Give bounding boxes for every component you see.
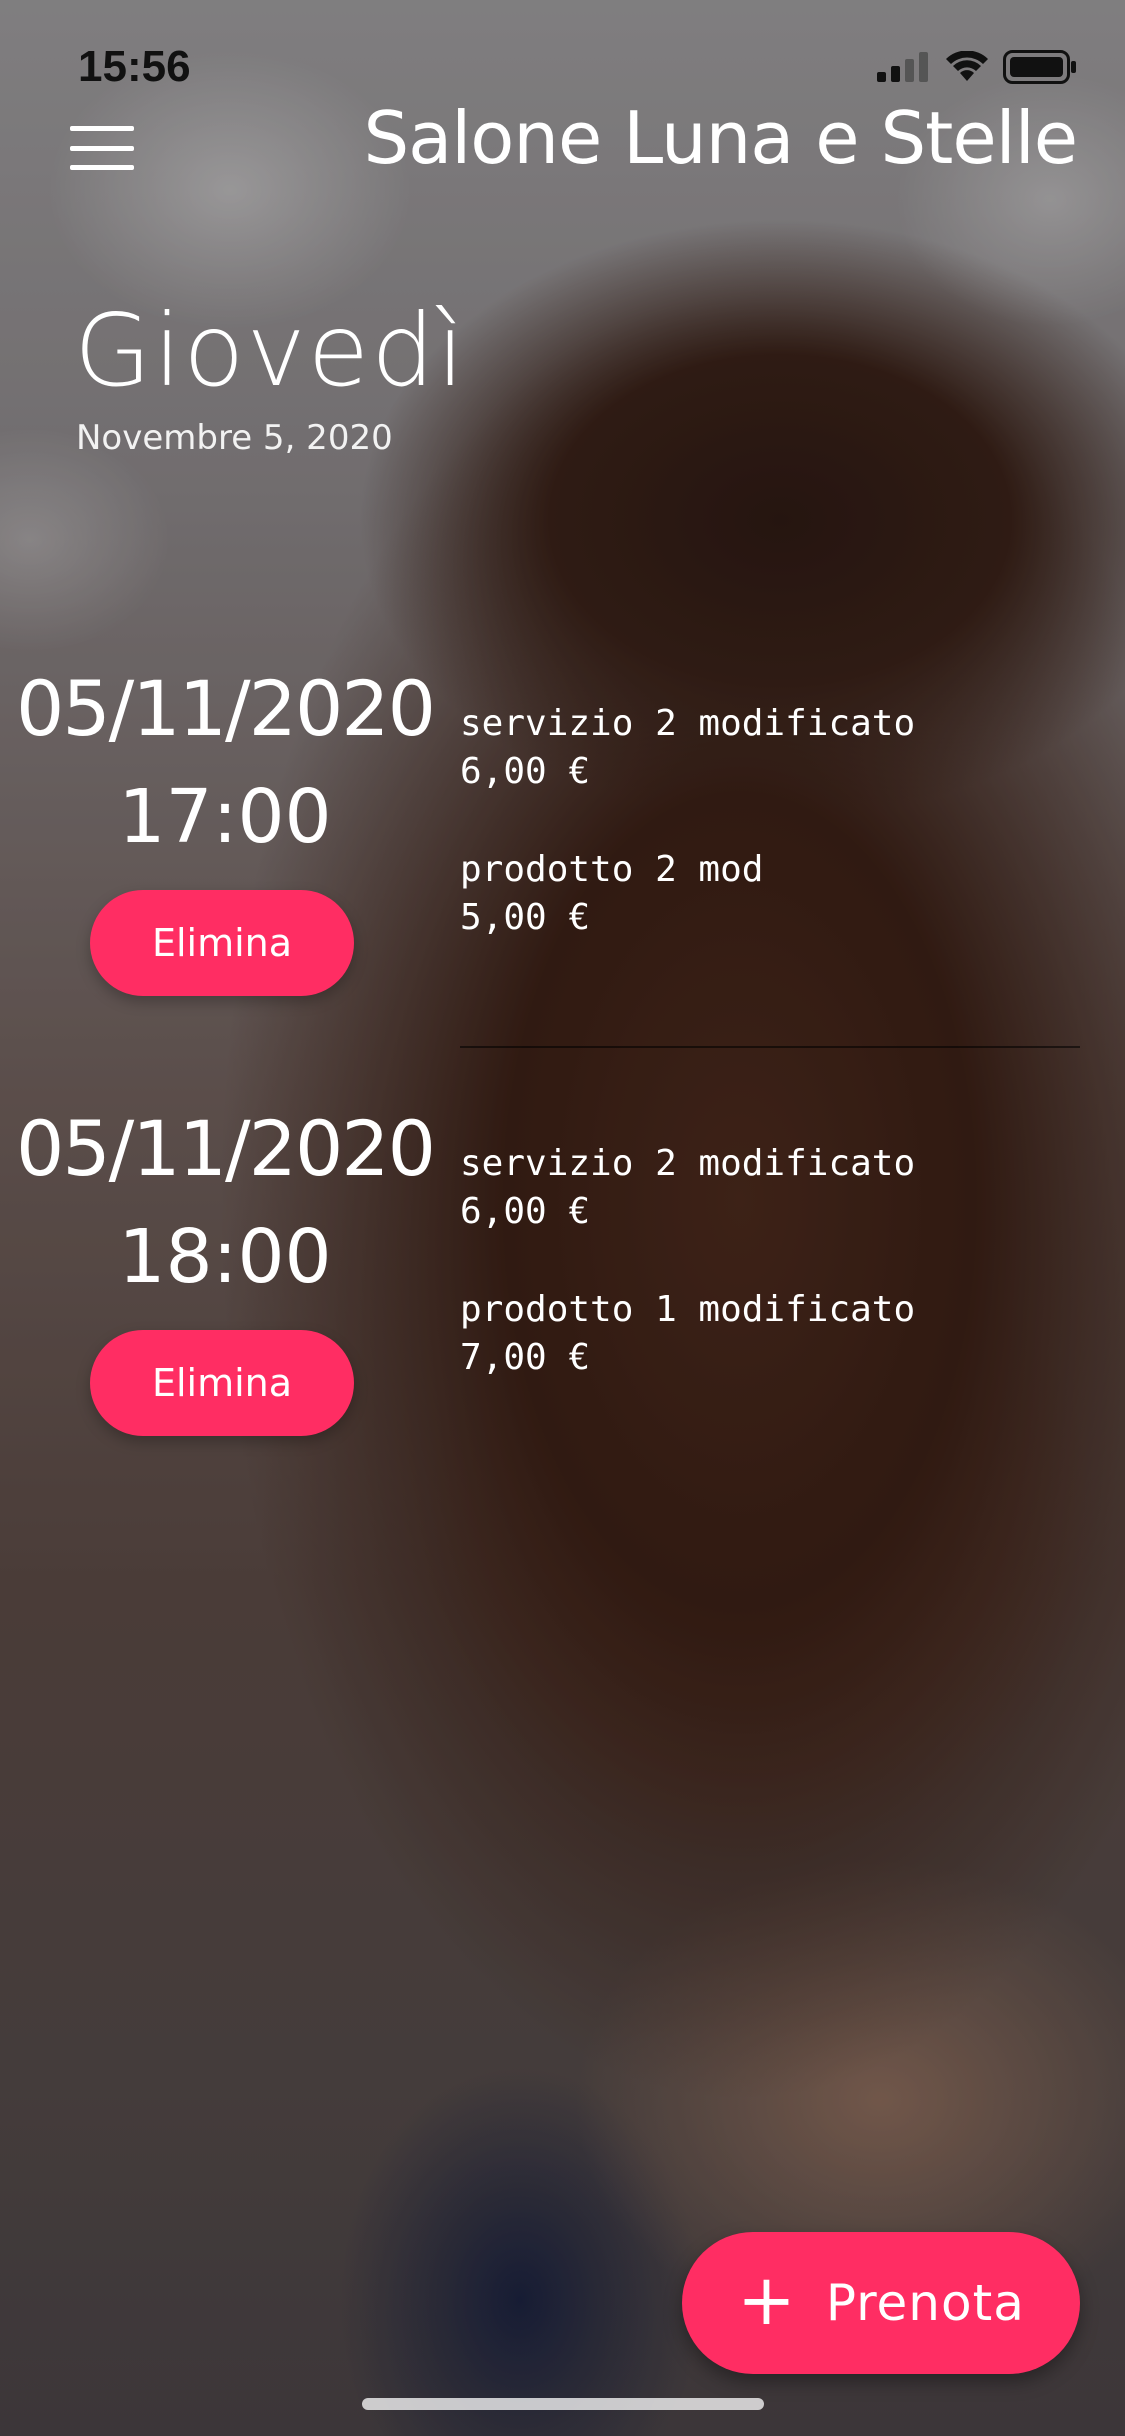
appointment-divider — [460, 1046, 1080, 1048]
book-appointment-button[interactable]: + Prenota — [682, 2232, 1080, 2374]
appointment-date: 05/11/2020 — [15, 1104, 436, 1193]
day-weekday: Giovedì — [74, 292, 467, 409]
delete-appointment-button[interactable]: Elimina — [90, 890, 354, 996]
status-time: 15:56 — [78, 42, 191, 91]
appointment-item-price: 5,00 € — [460, 897, 591, 938]
appointment-item-name: prodotto 1 modificato — [460, 1289, 916, 1330]
app-title: Salone Luna e Stelle — [363, 96, 1078, 180]
appointment-item-price: 6,00 € — [460, 1191, 591, 1232]
wifi-icon — [946, 51, 988, 81]
plus-icon: + — [737, 2259, 796, 2341]
book-button-label: Prenota — [825, 2274, 1025, 2332]
appointment-time: 18:00 — [118, 1214, 332, 1300]
appointment-time: 17:00 — [118, 774, 332, 860]
delete-appointment-button[interactable]: Elimina — [90, 1330, 354, 1436]
signal-icon — [877, 52, 928, 82]
appointment-item-name: servizio 2 modificato — [460, 703, 916, 744]
appointment-item-price: 7,00 € — [460, 1337, 591, 1378]
home-indicator — [362, 2398, 764, 2410]
day-date: Novembre 5, 2020 — [76, 418, 393, 458]
appointment-date: 05/11/2020 — [15, 664, 436, 753]
appointment-item-name: servizio 2 modificato — [460, 1143, 916, 1184]
hamburger-menu-icon[interactable] — [70, 126, 134, 170]
status-icons — [877, 50, 1077, 84]
battery-icon — [1003, 50, 1076, 84]
appointment-item-price: 6,00 € — [460, 751, 591, 792]
appointment-item-name: prodotto 2 mod — [460, 849, 764, 890]
